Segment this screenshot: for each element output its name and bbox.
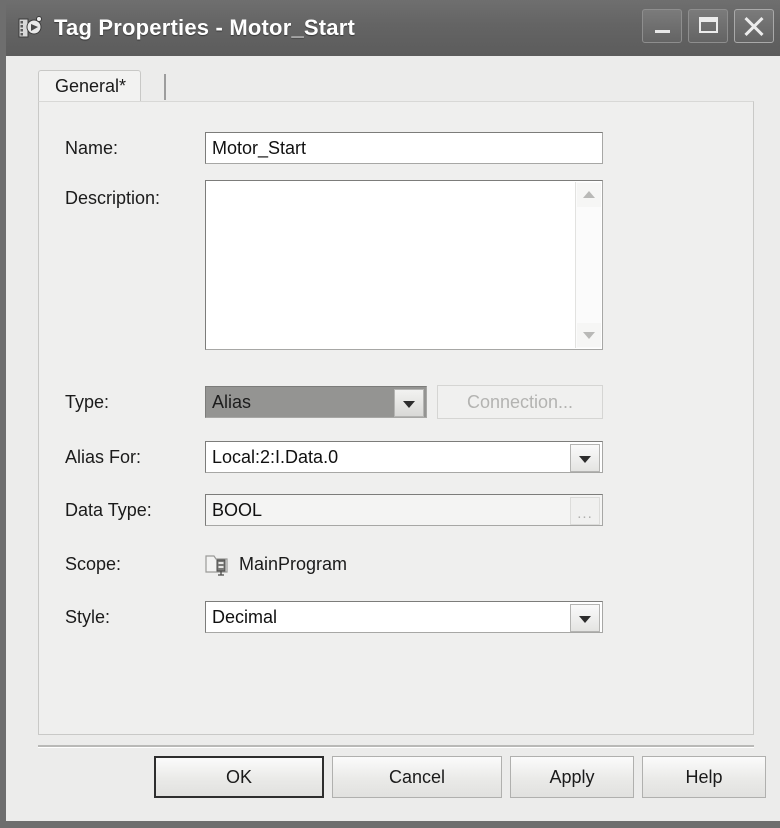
dialog-body: General* Name: Motor_Start Description:: [12, 56, 780, 821]
alias-for-combobox[interactable]: Local:2:I.Data.0: [205, 441, 603, 473]
row-description: Description:: [39, 180, 755, 350]
type-combobox[interactable]: Alias: [205, 386, 427, 418]
close-button[interactable]: [734, 9, 774, 43]
scope-value: MainProgram: [239, 553, 348, 574]
tab-divider: [164, 74, 166, 100]
data-type-input[interactable]: BOOL ...: [205, 494, 603, 526]
tab-general[interactable]: General*: [38, 70, 142, 102]
data-type-value: BOOL: [212, 500, 263, 520]
button-bar: OK Cancel Apply Help: [12, 756, 780, 806]
close-icon: [735, 10, 773, 42]
alias-for-value: Local:2:I.Data.0: [212, 447, 339, 467]
tab-strip: General*: [38, 70, 754, 102]
chevron-down-icon[interactable]: [394, 389, 424, 417]
ok-button[interactable]: OK: [154, 756, 324, 798]
window-controls: [642, 9, 774, 43]
program-folder-icon: [205, 552, 233, 576]
scope-value-group: MainProgram: [205, 546, 347, 582]
window-title: Tag Properties - Motor_Start: [54, 15, 356, 40]
scroll-down-icon[interactable]: [577, 323, 601, 347]
row-style: Style: Decimal: [39, 599, 755, 635]
scope-label: Scope:: [65, 554, 122, 574]
chevron-down-icon[interactable]: [570, 444, 600, 472]
row-scope: Scope: MainProgram: [39, 546, 755, 582]
style-label: Style:: [65, 607, 111, 627]
type-label: Type:: [65, 392, 110, 412]
alias-for-label: Alias For:: [65, 447, 142, 467]
type-value: Alias: [212, 392, 252, 412]
row-type: Type: Alias Connection...: [39, 384, 755, 420]
description-label: Description:: [65, 188, 161, 208]
cancel-button[interactable]: Cancel: [332, 756, 502, 798]
general-tab-panel: Name: Motor_Start Description: Type: Ali…: [38, 101, 754, 735]
apply-button[interactable]: Apply: [510, 756, 634, 798]
style-combobox[interactable]: Decimal: [205, 601, 603, 633]
row-name: Name: Motor_Start: [39, 130, 755, 166]
minimize-button[interactable]: [642, 9, 682, 43]
description-textarea[interactable]: [205, 180, 603, 350]
tag-properties-dialog: Tag Properties - Motor_Start General* Na…: [0, 0, 780, 828]
description-scrollbar[interactable]: [575, 182, 601, 348]
maximize-button[interactable]: [688, 9, 728, 43]
row-data-type: Data Type: BOOL ...: [39, 492, 755, 528]
minimize-icon: [655, 30, 670, 33]
button-bar-separator: [38, 745, 754, 748]
tag-properties-icon: [16, 14, 46, 42]
row-alias-for: Alias For: Local:2:I.Data.0: [39, 439, 755, 475]
chevron-down-icon[interactable]: [570, 604, 600, 632]
help-button[interactable]: Help: [642, 756, 766, 798]
title-bar[interactable]: Tag Properties - Motor_Start: [6, 0, 780, 56]
maximize-icon: [699, 17, 718, 33]
browse-ellipsis-button[interactable]: ...: [570, 497, 600, 525]
data-type-label: Data Type:: [65, 500, 152, 520]
style-value: Decimal: [212, 607, 278, 627]
name-input[interactable]: Motor_Start: [205, 132, 603, 164]
scroll-up-icon[interactable]: [577, 183, 601, 207]
tab-general-label: General*: [55, 76, 127, 96]
name-label: Name:: [65, 138, 119, 158]
connection-button: Connection...: [437, 385, 603, 419]
